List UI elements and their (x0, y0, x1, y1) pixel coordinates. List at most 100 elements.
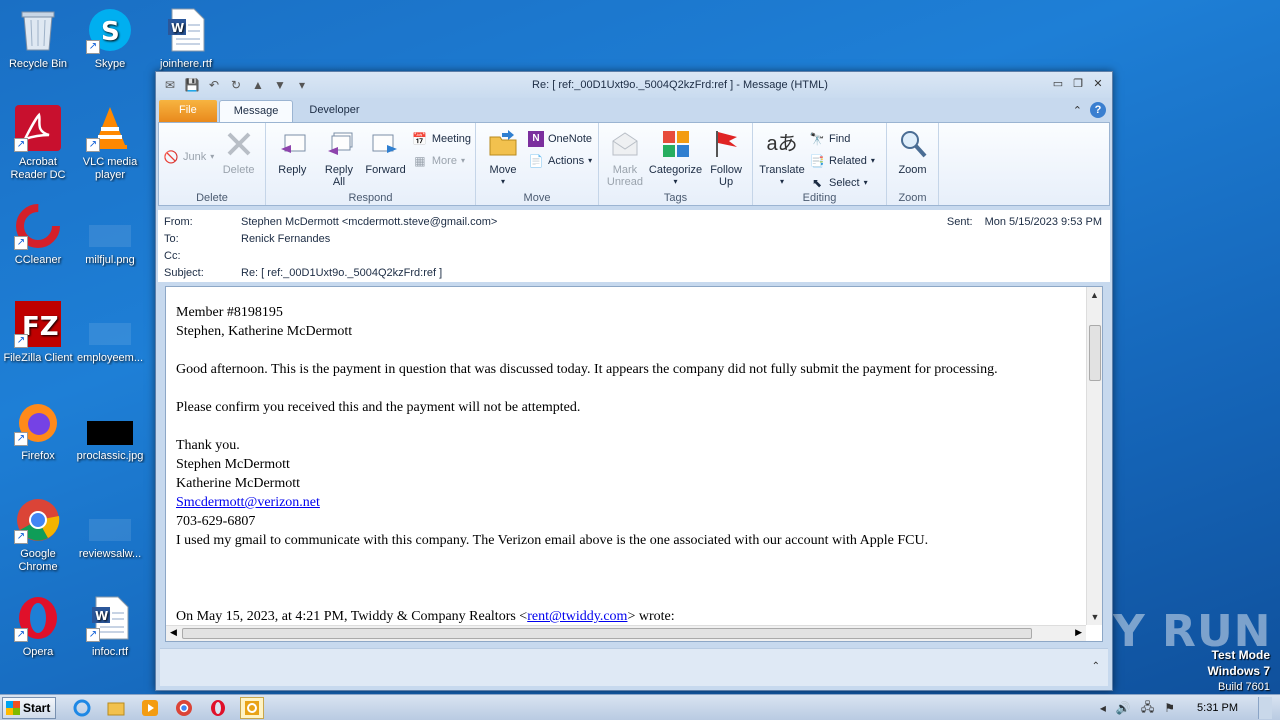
quote-header: On May 15, 2023, at 4:21 PM, Twiddy & Co… (176, 609, 675, 624)
email-link[interactable]: Smcdermott@verizon.net (176, 495, 320, 510)
internet-explorer-icon[interactable] (70, 697, 94, 719)
more-button[interactable]: ▦ More ▾ (412, 151, 471, 170)
collapse-ribbon-icon[interactable]: ⌃ (1073, 104, 1082, 117)
reply-icon (276, 128, 308, 160)
explorer-folder-icon[interactable] (104, 697, 128, 719)
desktop-icon-chrome[interactable]: ↗ Google Chrome (0, 496, 76, 574)
maximize-icon[interactable]: ❐ (1070, 78, 1086, 92)
save-icon[interactable]: 💾 (184, 77, 200, 93)
opera-taskbar-icon[interactable] (206, 697, 230, 719)
group-label-tags: Tags (663, 192, 688, 204)
ccleaner-icon: ↗ (14, 202, 62, 250)
windows-logo-icon (6, 700, 20, 715)
body-line: Stephen, Katherine McDermott (176, 324, 353, 339)
to-value[interactable]: Renick Fernandes (241, 233, 330, 249)
taskbar-pinned (70, 696, 264, 719)
more-icon: ▦ (414, 153, 426, 168)
desktop-icon-opera[interactable]: ↗ Opera (0, 594, 76, 659)
horizontal-scrollbar[interactable]: ◀ ▶ (166, 625, 1086, 641)
meeting-button[interactable]: 📅 Meeting (412, 129, 471, 148)
find-icon: 🔭 (809, 131, 825, 146)
scroll-left-icon[interactable]: ◀ (170, 627, 177, 638)
redo-icon[interactable]: ↻ (228, 77, 244, 93)
desktop-icon-milfjul[interactable]: milfjul.png (72, 202, 148, 267)
chrome-taskbar-icon[interactable] (172, 697, 196, 719)
ribbon-group-move: Move ▾ N OneNote 📄 Actions ▾ Move (476, 123, 599, 205)
meeting-icon: 📅 (412, 131, 428, 146)
desktop-icon-proclassic[interactable]: proclassic.jpg (72, 398, 148, 463)
desktop-icon-firefox[interactable]: ↗ Firefox (0, 398, 76, 463)
desktop-icon-infoc[interactable]: W ↗ infoc.rtf (72, 594, 148, 659)
svg-text:S: S (101, 17, 120, 47)
window-title: Re: [ ref:_00D1Uxt9o._5004Q2kzFrd:ref ] … (532, 79, 828, 91)
related-icon: 📑 (809, 153, 825, 168)
categorize-icon (660, 128, 692, 160)
desktop-icon-employeem[interactable]: employeem... (72, 300, 148, 365)
start-button[interactable]: Start (2, 696, 56, 719)
body-line: Member #8198195 (176, 305, 283, 320)
undo-icon[interactable]: ↶ (206, 77, 222, 93)
tab-message[interactable]: Message (218, 100, 294, 122)
desktop-icon-acrobat[interactable]: ↗ Acrobat Reader DC (0, 104, 76, 182)
body-line: Good afternoon. This is the payment in q… (176, 362, 998, 377)
watermark-line1: Test Mode (1211, 648, 1270, 662)
up-arrow-icon[interactable]: ▲ (250, 77, 266, 93)
vertical-scroll-thumb[interactable] (1089, 325, 1101, 381)
body-line: Katherine McDermott (176, 476, 301, 491)
body-line: Please confirm you received this and the… (176, 400, 581, 415)
desktop-icon-skype[interactable]: S ↗ Skype (72, 6, 148, 71)
desktop-icon-filezilla[interactable]: FZ ↗ FileZilla Client (0, 300, 76, 365)
message-body[interactable]: Member #8198195 Stephen, Katherine McDer… (166, 287, 1086, 625)
related-button[interactable]: 📑 Related ▾ (809, 151, 875, 170)
junk-button[interactable]: 🚫 Junk ▾ (163, 147, 215, 166)
delete-x-icon (223, 128, 255, 160)
volume-icon[interactable]: 🔊 (1116, 701, 1131, 715)
show-desktop-button[interactable] (1258, 697, 1272, 719)
onenote-icon: N (528, 130, 544, 147)
cc-row: Cc: (164, 250, 181, 262)
network-icon[interactable]: 🖧 (1141, 698, 1154, 719)
desktop-icon-reviewsalw[interactable]: reviewsalw... (72, 496, 148, 561)
customize-qat-icon[interactable]: ▾ (294, 77, 310, 93)
desktop-icon-joinhere[interactable]: W joinhere.rtf (148, 6, 224, 71)
quote-email-link[interactable]: rent@twiddy.com (527, 609, 627, 624)
scroll-down-icon[interactable]: ▼ (1087, 609, 1103, 625)
window-controls: ▭ ❐ ✕ (1050, 78, 1106, 92)
help-icon[interactable]: ? (1090, 102, 1106, 118)
image-file-icon (86, 398, 134, 446)
scroll-up-icon[interactable]: ▲ (1087, 287, 1102, 303)
minimize-icon[interactable]: ▭ (1050, 78, 1066, 92)
system-tray: ◂ 🔊 🖧 ⚑ 5:31 PM (1100, 695, 1280, 720)
onenote-button[interactable]: N OneNote (528, 129, 592, 148)
vertical-scrollbar[interactable]: ▲ ▼ (1086, 287, 1102, 625)
close-icon[interactable]: ✕ (1090, 78, 1106, 92)
firefox-icon: ↗ (14, 398, 62, 446)
message-header: From: Stephen McDermott <mcdermott.steve… (158, 210, 1110, 282)
action-center-flag-icon[interactable]: ⚑ (1164, 701, 1175, 715)
tab-developer[interactable]: Developer (295, 100, 373, 122)
scroll-right-icon[interactable]: ▶ (1075, 627, 1082, 638)
tab-file[interactable]: File (159, 100, 217, 122)
outlook-taskbar-icon[interactable] (240, 696, 264, 719)
show-hidden-icons-icon[interactable]: ◂ (1100, 701, 1106, 715)
clock[interactable]: 5:31 PM (1197, 702, 1238, 714)
ribbon-group-zoom: Zoom Zoom (887, 123, 939, 205)
file-icon (86, 496, 134, 544)
desktop-icon-recycle-bin[interactable]: Recycle Bin (0, 6, 76, 71)
horizontal-scroll-thumb[interactable] (182, 628, 1032, 639)
actions-button[interactable]: 📄 Actions ▾ (528, 151, 593, 170)
down-arrow-icon[interactable]: ▼ (272, 77, 288, 93)
desktop-icon-vlc[interactable]: ↗ VLC media player (72, 104, 148, 182)
sent-value: Mon 5/15/2023 9:53 PM (984, 216, 1102, 228)
title-bar: ✉ 💾 ↶ ↻ ▲ ▼ ▾ Re: [ ref:_00D1Uxt9o._5004… (156, 72, 1112, 98)
find-button[interactable]: 🔭 Find (809, 129, 875, 148)
ribbon-group-tags: Mark Unread Categorize ▾ Follow Up Tags (599, 123, 753, 205)
magnifier-icon (897, 128, 929, 160)
from-value[interactable]: Stephen McDermott <mcdermott.steve@gmail… (241, 216, 497, 232)
media-player-icon[interactable] (138, 697, 162, 719)
desktop-icon-ccleaner[interactable]: ↗ CCleaner (0, 202, 76, 267)
select-button[interactable]: ⬉ Select ▾ (809, 173, 875, 192)
expand-people-pane-icon[interactable]: ⌃ (1092, 661, 1100, 672)
group-label-move: Move (523, 192, 551, 204)
from-row: From: Stephen McDermott <mcdermott.steve… (164, 216, 497, 232)
